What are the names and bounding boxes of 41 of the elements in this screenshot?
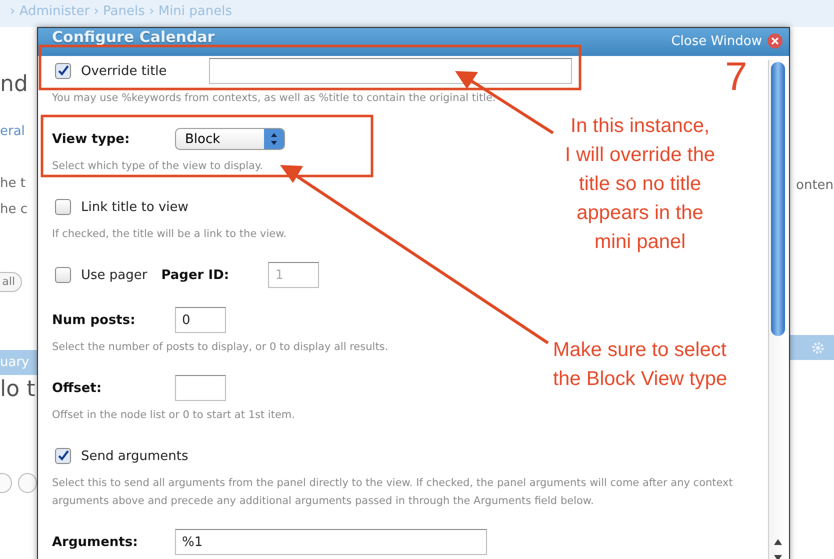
field-label: Offset: (52, 380, 103, 396)
field-description: Select this to send all arguments from the panel directly to the view. If checked, the panel arguments will come after any context arguments above and precede any additional arguments passed in through the Arguments field below. (52, 476, 734, 509)
callout-text: Make sure to select the Block View type (553, 338, 728, 392)
field-label: Arguments: (52, 534, 139, 550)
checkbox-label: Send arguments (81, 448, 188, 464)
checkbox-label: Link title to view (81, 200, 188, 214)
field-description: Select the number of posts to display, or 0 to display all results. (52, 340, 388, 355)
checkbox-label: Override title (81, 64, 167, 78)
text-input[interactable]: %1 (175, 529, 487, 555)
field-description: If checked, the title will be a link to the view. (52, 227, 287, 242)
checkbox[interactable] (55, 448, 71, 464)
page-heading: lo ti (0, 377, 37, 403)
field-label: Num posts: (52, 312, 136, 328)
text-input[interactable]: 0 (175, 307, 226, 333)
checkbox[interactable] (55, 63, 71, 79)
callout-text: In this instance, I will override the title so no title appears in the mini panel (565, 114, 716, 255)
page-button[interactable]: all (0, 272, 22, 292)
view-type-select[interactable]: Block (175, 128, 285, 150)
text-input[interactable] (175, 375, 226, 401)
close-icon (767, 33, 783, 49)
dialog-title: Configure Calendar (52, 29, 215, 46)
round-button[interactable] (18, 473, 37, 493)
field-description: Select which type of the view to display. (52, 159, 263, 174)
field-description: Offset in the node list or 0 to start at 1st item. (52, 408, 295, 423)
page-heading: nd (0, 72, 29, 98)
stepper-arrows-icon (264, 129, 284, 149)
body-text: onten (795, 178, 834, 194)
checkbox[interactable] (55, 199, 71, 215)
step-number: 7 (725, 57, 748, 97)
body-text: he t (0, 176, 26, 192)
body-text: he c (0, 202, 29, 218)
field-description: You may use %keywords from contexts, as well as %title to contain the original title. (52, 91, 496, 106)
close-window-button[interactable]: Close Window (671, 29, 783, 49)
field-label: Pager ID: (161, 268, 230, 282)
tab-link[interactable]: eral (0, 124, 37, 140)
field-label: View type: (52, 132, 131, 146)
scrollbar[interactable] (768, 60, 787, 559)
title-input[interactable] (208, 58, 572, 84)
breadcrumb: › Administer › Panels › Mini panels (9, 3, 232, 19)
checkbox-label: Use pager (81, 268, 148, 282)
panel-header: uary (0, 350, 37, 375)
